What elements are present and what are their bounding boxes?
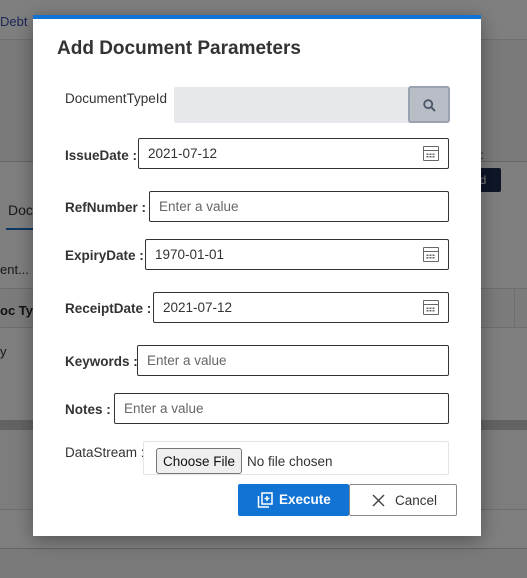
choose-file-button[interactable]: Choose File [156,448,242,474]
notes-label: Notes : [65,402,111,417]
document-type-id-label: DocumentTypeId [65,91,168,106]
file-status: No file chosen [247,454,333,469]
notes-input[interactable]: Enter a value [114,393,449,424]
execute-button[interactable]: Execute [238,484,349,516]
data-stream-file-input: Choose File No file chosen [143,441,449,475]
calendar-icon[interactable] [423,146,439,161]
close-icon [372,494,385,507]
dialog-title: Add Document Parameters [57,38,301,59]
issue-date-value: 2021-07-12 [148,146,218,161]
keywords-label: Keywords : [65,354,138,369]
execute-icon [257,492,273,508]
add-document-parameters-dialog: Add Document Parameters DocumentTypeId I… [33,15,481,536]
search-icon [423,99,436,112]
execute-label: Execute [279,492,331,507]
calendar-icon[interactable] [423,247,439,262]
issue-date-input[interactable]: 2021-07-12 [138,138,449,169]
data-stream-label: DataStream : [65,445,145,460]
ref-number-input[interactable]: Enter a value [149,191,449,222]
expiry-date-label: ExpiryDate : [65,248,144,263]
document-type-search-button[interactable] [408,86,450,123]
calendar-icon[interactable] [423,300,439,315]
keywords-input[interactable]: Enter a value [137,345,449,376]
ref-number-label: RefNumber : [65,200,147,215]
receipt-date-value: 2021-07-12 [163,300,233,315]
expiry-date-input[interactable]: 1970-01-01 [145,239,449,270]
cancel-label: Cancel [395,493,438,508]
keywords-placeholder: Enter a value [147,353,227,368]
ref-number-placeholder: Enter a value [159,199,239,214]
receipt-date-input[interactable]: 2021-07-12 [153,292,449,323]
cancel-button[interactable]: Cancel [349,484,457,516]
issue-date-label: IssueDate : [65,148,138,163]
notes-placeholder: Enter a value [124,401,204,416]
expiry-date-value: 1970-01-01 [155,247,225,262]
receipt-date-label: ReceiptDate : [65,301,152,316]
